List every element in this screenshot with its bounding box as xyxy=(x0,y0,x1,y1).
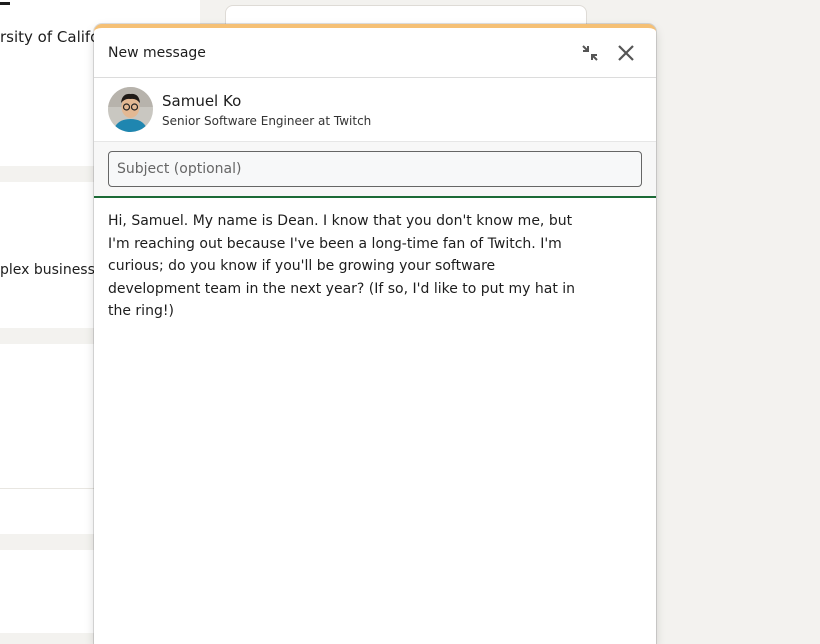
dialog-header: New message xyxy=(94,28,656,78)
recipient-name[interactable]: Samuel Ko xyxy=(162,92,371,110)
background-text-fragment xyxy=(0,2,10,5)
new-message-dialog: New message Samuel Ko Senior Software En… xyxy=(94,24,656,644)
subject-input[interactable] xyxy=(108,151,642,187)
recipient-headline: Senior Software Engineer at Twitch xyxy=(162,113,372,128)
close-icon xyxy=(618,44,634,61)
background-business-text: plex business xyxy=(0,262,95,278)
dialog-title: New message xyxy=(108,44,206,61)
background-school-text: rsity of Califor xyxy=(0,28,106,46)
close-button[interactable] xyxy=(610,37,642,69)
message-body[interactable]: Hi, Samuel. My name is Dean. I know that… xyxy=(94,198,594,335)
recipient-info: Samuel Ko Senior Software Engineer at Tw… xyxy=(162,92,371,128)
recipient-row: Samuel Ko Senior Software Engineer at Tw… xyxy=(94,78,656,142)
collapse-icon xyxy=(582,44,598,61)
subject-area xyxy=(94,142,656,198)
avatar[interactable] xyxy=(108,87,153,132)
collapse-button[interactable] xyxy=(574,37,606,69)
